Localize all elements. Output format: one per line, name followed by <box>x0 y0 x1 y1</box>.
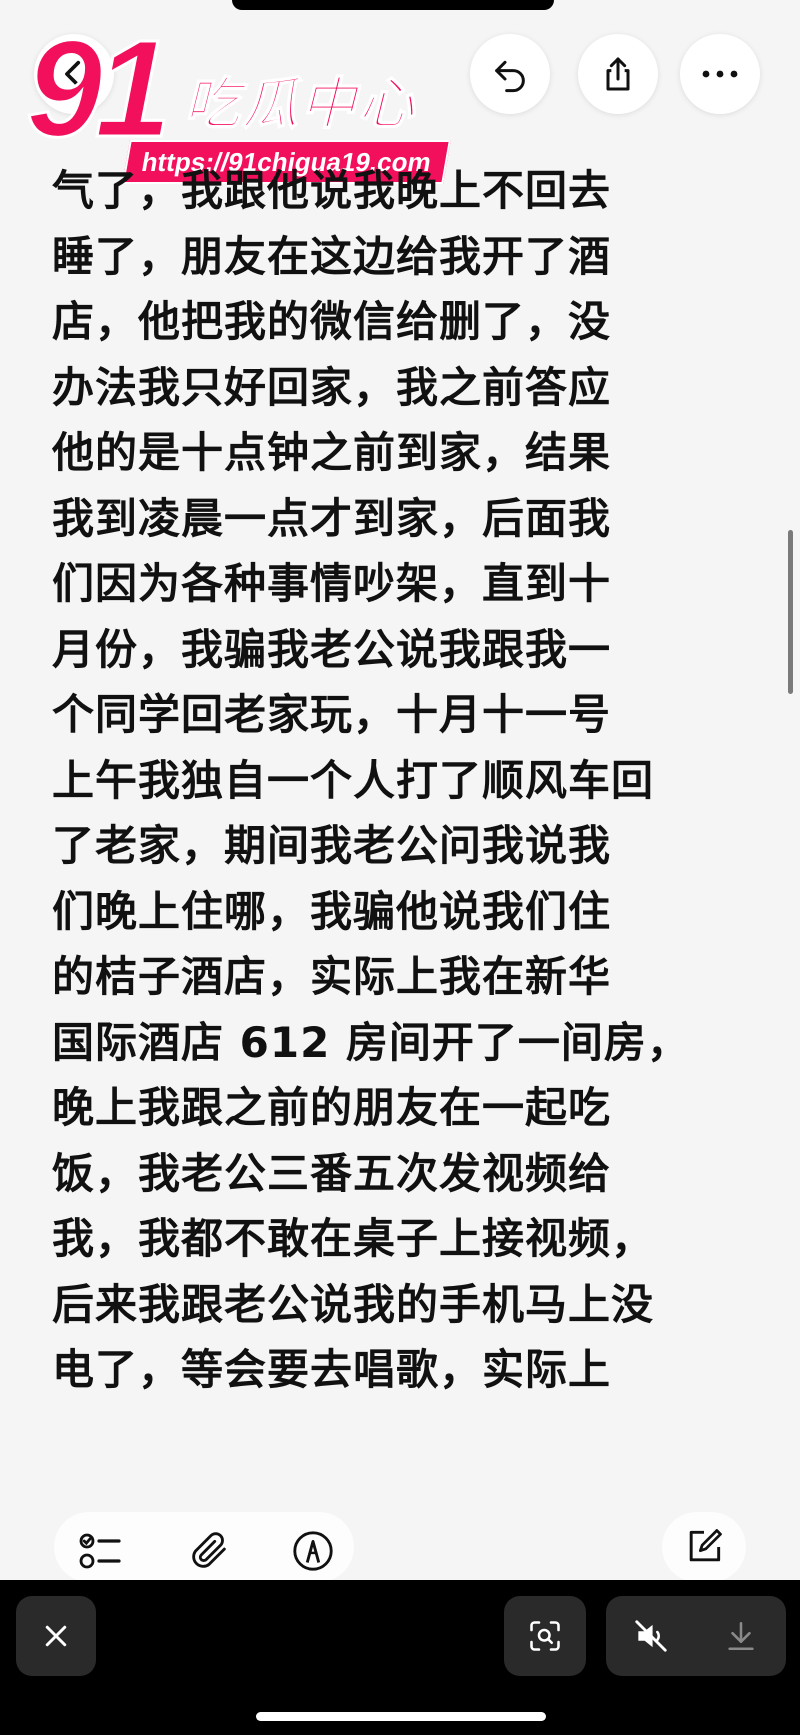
live-text-scan-icon <box>530 1621 560 1651</box>
compose-button[interactable] <box>662 1512 746 1582</box>
note-line: 我到凌晨一点才到家，后面我 <box>52 493 612 543</box>
more-button[interactable] <box>680 34 760 114</box>
note-line: 睡了，朋友在这边给我开了酒 <box>52 231 612 281</box>
paperclip-icon <box>192 1532 226 1568</box>
close-icon <box>45 1625 67 1647</box>
note-line: 个同学回老家玩，十月十一号 <box>52 690 612 739</box>
note-line: 店，他把我的微信给删了，没 <box>52 297 612 346</box>
scroll-indicator[interactable] <box>788 530 793 694</box>
compose-icon <box>689 1529 722 1562</box>
download-icon <box>728 1621 754 1651</box>
note-line: 他的是十点钟之前到家，结果 <box>52 428 612 477</box>
note-line: 晚上我跟之前的朋友在一起吃 <box>52 1083 612 1132</box>
camera-notch <box>232 0 554 10</box>
markup-button[interactable] <box>286 1524 340 1578</box>
media-controls <box>606 1596 786 1676</box>
home-indicator[interactable] <box>256 1712 546 1721</box>
undo-icon <box>495 60 525 93</box>
speaker-muted-icon <box>635 1620 667 1652</box>
note-line: 月份，我骗我老公说我跟我一 <box>52 624 612 674</box>
note-line: 上午我独自一个人打了顺风车回 <box>52 755 655 805</box>
note-line: 气了，我跟他说我晚上不回去 <box>52 166 612 215</box>
watermark-logo: 91 吃瓜中心 https://91chigua19.com <box>25 13 451 184</box>
note-body[interactable]: 气了，我跟他说我晚上不回去 睡了，朋友在这边给我开了酒 店，他把我的微信给删了，… <box>52 158 757 1403</box>
note-line: 我，我都不敢在桌子上接视频， <box>52 1214 655 1263</box>
attach-button[interactable] <box>182 1524 236 1578</box>
note-line: 电了，等会要去唱歌，实际上 <box>52 1345 612 1394</box>
share-button[interactable] <box>578 34 658 114</box>
note-line: 的桔子酒店，实际上我在新华 <box>52 952 612 1001</box>
download-button[interactable] <box>706 1601 776 1671</box>
note-line: 饭，我老公三番五次发视频给 <box>52 1148 612 1198</box>
checklist-icon <box>79 1533 121 1569</box>
share-icon <box>606 57 630 91</box>
note-line: 后来我跟老公说我的手机马上没 <box>52 1279 655 1329</box>
watermark-name: 吃瓜中心 <box>183 71 416 138</box>
markup-pen-icon <box>293 1531 333 1571</box>
undo-button[interactable] <box>470 34 550 114</box>
note-line: 们晚上住哪，我骗他说我们住 <box>52 886 612 936</box>
screen: 91 吃瓜中心 https://91chigua19.com 气了，我跟他说我晚… <box>0 0 800 1735</box>
close-button[interactable] <box>16 1596 96 1676</box>
note-line: 办法我只好回家，我之前答应 <box>52 362 612 412</box>
more-icon <box>702 70 738 78</box>
note-line: 了老家，期间我老公问我说我 <box>52 821 612 870</box>
viewer-bottom-bar <box>0 1580 800 1735</box>
mute-button[interactable] <box>616 1601 686 1671</box>
note-line: 国际酒店 612 房间开了一间房， <box>52 1017 690 1067</box>
checklist-button[interactable] <box>74 1524 128 1578</box>
note-line: 们因为各种事情吵架，直到十 <box>52 559 612 608</box>
note-toolbar <box>0 1500 800 1582</box>
live-text-button[interactable] <box>504 1596 586 1676</box>
